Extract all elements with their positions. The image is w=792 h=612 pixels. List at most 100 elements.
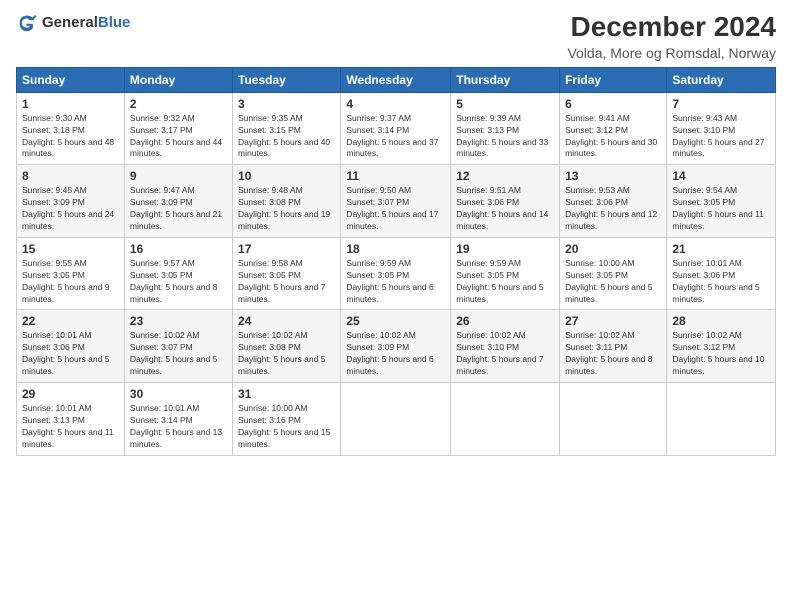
calendar-table: SundayMondayTuesdayWednesdayThursdayFrid…	[16, 67, 776, 456]
day-info: Sunrise: 9:50 AMSunset: 3:07 PMDaylight:…	[346, 185, 445, 233]
day-info: Sunrise: 9:55 AMSunset: 3:05 PMDaylight:…	[22, 258, 119, 306]
calendar-cell: 4 Sunrise: 9:37 AMSunset: 3:14 PMDaylight…	[341, 92, 451, 165]
calendar-cell: 14Sunrise: 9:54 AMSunset: 3:05 PMDayligh…	[667, 165, 776, 238]
day-number: 20	[565, 242, 661, 256]
header: GeneralBlue December 2024 Volda, More og…	[16, 12, 776, 61]
logo-text: GeneralBlue	[42, 14, 130, 32]
day-number: 4	[346, 97, 445, 111]
calendar-cell: 3 Sunrise: 9:35 AMSunset: 3:15 PMDaylight…	[233, 92, 341, 165]
day-info: Sunrise: 9:30 AMSunset: 3:18 PMDaylight:…	[22, 113, 119, 161]
calendar-cell: 10 Sunrise: 9:48 AMSunset: 3:08 PMDayligh…	[233, 165, 341, 238]
calendar-cell	[341, 383, 451, 456]
day-number: 16	[130, 242, 227, 256]
day-number: 29	[22, 387, 119, 401]
calendar-cell: 20 Sunrise: 10:00 AMSunset: 3:05 PMDaylig…	[560, 237, 667, 310]
title-block: December 2024 Volda, More og Romsdal, No…	[567, 12, 776, 61]
calendar-cell: 26 Sunrise: 10:02 AMSunset: 3:10 PMDaylig…	[451, 310, 560, 383]
day-number: 5	[456, 97, 554, 111]
day-number: 3	[238, 97, 335, 111]
calendar-header-thursday: Thursday	[451, 67, 560, 92]
day-number: 14	[672, 169, 770, 183]
day-info: Sunrise: 10:01 AMSunset: 3:06 PMDaylight…	[22, 330, 119, 378]
calendar-cell: 28Sunrise: 10:02 AMSunset: 3:12 PMDaylig…	[667, 310, 776, 383]
calendar-cell: 30 Sunrise: 10:01 AMSunset: 3:14 PMDaylig…	[124, 383, 232, 456]
calendar-header-friday: Friday	[560, 67, 667, 92]
calendar-header-tuesday: Tuesday	[233, 67, 341, 92]
calendar-cell	[667, 383, 776, 456]
calendar-header-monday: Monday	[124, 67, 232, 92]
calendar-header-row: SundayMondayTuesdayWednesdayThursdayFrid…	[17, 67, 776, 92]
day-info: Sunrise: 9:48 AMSunset: 3:08 PMDaylight:…	[238, 185, 335, 233]
day-number: 27	[565, 314, 661, 328]
day-number: 7	[672, 97, 770, 111]
calendar-header-saturday: Saturday	[667, 67, 776, 92]
day-info: Sunrise: 9:35 AMSunset: 3:15 PMDaylight:…	[238, 113, 335, 161]
logo-general: GeneralBlue	[42, 14, 130, 32]
calendar-cell: 24 Sunrise: 10:02 AMSunset: 3:08 PMDaylig…	[233, 310, 341, 383]
day-number: 22	[22, 314, 119, 328]
day-info: Sunrise: 10:01 AMSunset: 3:13 PMDaylight…	[22, 403, 119, 451]
day-info: Sunrise: 9:39 AMSunset: 3:13 PMDaylight:…	[456, 113, 554, 161]
calendar-week-row: 8 Sunrise: 9:45 AMSunset: 3:09 PMDaylight…	[17, 165, 776, 238]
calendar-cell: 2Sunrise: 9:32 AMSunset: 3:17 PMDaylight…	[124, 92, 232, 165]
day-number: 23	[130, 314, 227, 328]
day-number: 12	[456, 169, 554, 183]
day-info: Sunrise: 10:00 AMSunset: 3:05 PMDaylight…	[565, 258, 661, 306]
day-number: 15	[22, 242, 119, 256]
calendar-cell: 17Sunrise: 9:58 AMSunset: 3:05 PMDayligh…	[233, 237, 341, 310]
day-number: 18	[346, 242, 445, 256]
day-number: 31	[238, 387, 335, 401]
day-info: Sunrise: 9:57 AMSunset: 3:05 PMDaylight:…	[130, 258, 227, 306]
logo: GeneralBlue	[16, 12, 130, 34]
calendar-cell: 18 Sunrise: 9:59 AMSunset: 3:05 PMDayligh…	[341, 237, 451, 310]
subtitle: Volda, More og Romsdal, Norway	[567, 45, 776, 61]
main-title: December 2024	[567, 12, 776, 43]
day-info: Sunrise: 9:45 AMSunset: 3:09 PMDaylight:…	[22, 185, 119, 233]
calendar-cell: 13 Sunrise: 9:53 AMSunset: 3:06 PMDayligh…	[560, 165, 667, 238]
calendar-cell: 27 Sunrise: 10:02 AMSunset: 3:11 PMDaylig…	[560, 310, 667, 383]
day-info: Sunrise: 9:37 AMSunset: 3:14 PMDaylight:…	[346, 113, 445, 161]
calendar-cell: 23Sunrise: 10:02 AMSunset: 3:07 PMDaylig…	[124, 310, 232, 383]
day-number: 1	[22, 97, 119, 111]
day-info: Sunrise: 10:02 AMSunset: 3:09 PMDaylight…	[346, 330, 445, 378]
day-info: Sunrise: 10:01 AMSunset: 3:06 PMDaylight…	[672, 258, 770, 306]
calendar-cell: 7 Sunrise: 9:43 AMSunset: 3:10 PMDaylight…	[667, 92, 776, 165]
day-info: Sunrise: 10:02 AMSunset: 3:10 PMDaylight…	[456, 330, 554, 378]
day-info: Sunrise: 10:01 AMSunset: 3:14 PMDaylight…	[130, 403, 227, 451]
calendar-week-row: 29 Sunrise: 10:01 AMSunset: 3:13 PMDaylig…	[17, 383, 776, 456]
calendar-cell: 8 Sunrise: 9:45 AMSunset: 3:09 PMDaylight…	[17, 165, 125, 238]
day-info: Sunrise: 9:47 AMSunset: 3:09 PMDaylight:…	[130, 185, 227, 233]
day-number: 10	[238, 169, 335, 183]
day-number: 17	[238, 242, 335, 256]
calendar-header-wednesday: Wednesday	[341, 67, 451, 92]
day-info: Sunrise: 9:43 AMSunset: 3:10 PMDaylight:…	[672, 113, 770, 161]
calendar-cell: 16 Sunrise: 9:57 AMSunset: 3:05 PMDayligh…	[124, 237, 232, 310]
day-number: 11	[346, 169, 445, 183]
day-number: 13	[565, 169, 661, 183]
day-info: Sunrise: 10:02 AMSunset: 3:11 PMDaylight…	[565, 330, 661, 378]
day-number: 30	[130, 387, 227, 401]
day-info: Sunrise: 10:02 AMSunset: 3:08 PMDaylight…	[238, 330, 335, 378]
calendar-cell: 22 Sunrise: 10:01 AMSunset: 3:06 PMDaylig…	[17, 310, 125, 383]
day-info: Sunrise: 9:41 AMSunset: 3:12 PMDaylight:…	[565, 113, 661, 161]
day-info: Sunrise: 9:53 AMSunset: 3:06 PMDaylight:…	[565, 185, 661, 233]
day-number: 8	[22, 169, 119, 183]
calendar-cell: 5 Sunrise: 9:39 AMSunset: 3:13 PMDaylight…	[451, 92, 560, 165]
calendar-cell: 9Sunrise: 9:47 AMSunset: 3:09 PMDaylight…	[124, 165, 232, 238]
calendar-week-row: 22 Sunrise: 10:01 AMSunset: 3:06 PMDaylig…	[17, 310, 776, 383]
calendar-cell: 15 Sunrise: 9:55 AMSunset: 3:05 PMDayligh…	[17, 237, 125, 310]
day-info: Sunrise: 9:59 AMSunset: 3:05 PMDaylight:…	[346, 258, 445, 306]
day-number: 6	[565, 97, 661, 111]
logo-icon	[16, 12, 38, 34]
day-number: 26	[456, 314, 554, 328]
calendar-cell: 6 Sunrise: 9:41 AMSunset: 3:12 PMDaylight…	[560, 92, 667, 165]
calendar-cell: 1 Sunrise: 9:30 AMSunset: 3:18 PMDaylight…	[17, 92, 125, 165]
calendar-cell	[451, 383, 560, 456]
day-info: Sunrise: 9:32 AMSunset: 3:17 PMDaylight:…	[130, 113, 227, 161]
day-number: 25	[346, 314, 445, 328]
day-number: 24	[238, 314, 335, 328]
day-number: 19	[456, 242, 554, 256]
calendar-week-row: 1 Sunrise: 9:30 AMSunset: 3:18 PMDaylight…	[17, 92, 776, 165]
calendar-cell	[560, 383, 667, 456]
calendar-cell: 25 Sunrise: 10:02 AMSunset: 3:09 PMDaylig…	[341, 310, 451, 383]
